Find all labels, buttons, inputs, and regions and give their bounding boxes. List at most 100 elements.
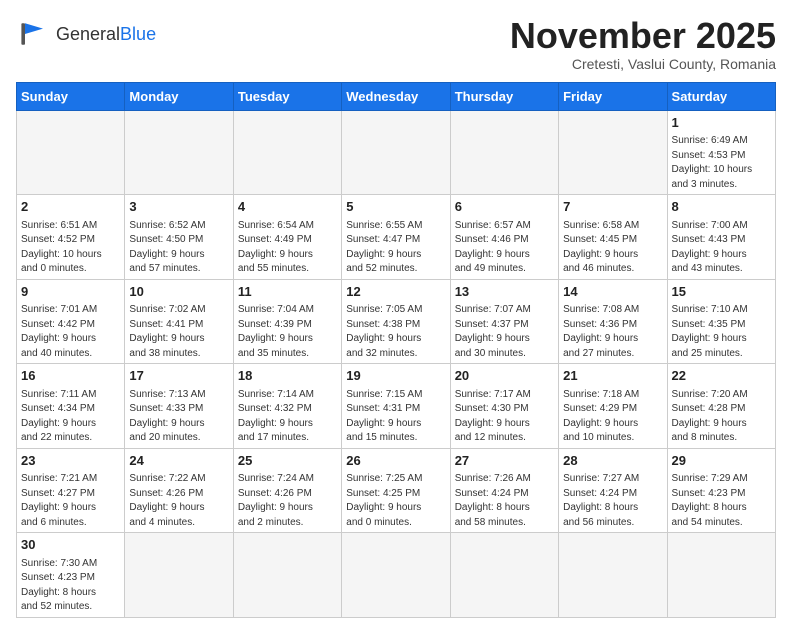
- day-number: 2: [21, 198, 120, 216]
- day-number: 13: [455, 283, 554, 301]
- calendar-day-cell: 15 Sunrise: 7:10 AMSunset: 4:35 PMDayligh…: [667, 279, 775, 364]
- day-info: Sunrise: 7:24 AMSunset: 4:26 PMDaylight:…: [238, 473, 314, 528]
- day-number: 7: [563, 198, 662, 216]
- calendar-day-cell: 22 Sunrise: 7:20 AMSunset: 4:28 PMDayligh…: [667, 364, 775, 449]
- calendar-day-cell: 8Sunrise: 7:00 AMSunset: 4:43 PMDaylight…: [667, 195, 775, 280]
- day-info: Sunrise: 7:01 AMSunset: 4:42 PMDaylight:…: [21, 304, 97, 359]
- day-number: 15: [672, 283, 771, 301]
- day-info: Sunrise: 7:05 AMSunset: 4:38 PMDaylight:…: [346, 304, 422, 359]
- day-info: Sunrise: 7:18 AMSunset: 4:29 PMDaylight:…: [563, 389, 639, 444]
- calendar-day-cell: 14Sunrise: 7:08 AMSunset: 4:36 PMDayligh…: [559, 279, 667, 364]
- weekday-header: Sunday: [17, 82, 125, 110]
- calendar-day-cell: 24 Sunrise: 7:22 AMSunset: 4:26 PMDayligh…: [125, 448, 233, 533]
- day-info: Sunrise: 7:10 AMSunset: 4:35 PMDaylight:…: [672, 304, 748, 359]
- calendar-day-cell: 29 Sunrise: 7:29 AMSunset: 4:23 PMDayligh…: [667, 448, 775, 533]
- calendar-day-cell: 13Sunrise: 7:07 AMSunset: 4:37 PMDayligh…: [450, 279, 558, 364]
- day-number: 21: [563, 367, 662, 385]
- weekday-header: Friday: [559, 82, 667, 110]
- day-number: 30: [21, 536, 120, 554]
- day-number: 20: [455, 367, 554, 385]
- calendar-day-cell: 26Sunrise: 7:25 AMSunset: 4:25 PMDayligh…: [342, 448, 450, 533]
- day-info: Sunrise: 7:30 AMSunset: 4:23 PMDaylight:…: [21, 558, 97, 613]
- calendar-day-cell: 7 Sunrise: 6:58 AMSunset: 4:45 PMDaylight…: [559, 195, 667, 280]
- calendar-day-cell: 6Sunrise: 6:57 AMSunset: 4:46 PMDaylight…: [450, 195, 558, 280]
- day-info: Sunrise: 7:15 AMSunset: 4:31 PMDaylight:…: [346, 389, 422, 444]
- day-info: Sunrise: 6:55 AMSunset: 4:47 PMDaylight:…: [346, 220, 422, 275]
- calendar-week-row: 1 Sunrise: 6:49 AMSunset: 4:53 PMDaylight…: [17, 110, 776, 195]
- calendar-day-cell: 21 Sunrise: 7:18 AMSunset: 4:29 PMDayligh…: [559, 364, 667, 449]
- day-number: 29: [672, 452, 771, 470]
- calendar-day-cell: [125, 533, 233, 618]
- calendar-day-cell: 2 Sunrise: 6:51 AMSunset: 4:52 PMDaylight…: [17, 195, 125, 280]
- day-info: Sunrise: 7:02 AMSunset: 4:41 PMDaylight:…: [129, 304, 205, 359]
- day-info: Sunrise: 7:00 AMSunset: 4:43 PMDaylight:…: [672, 220, 748, 275]
- day-number: 11: [238, 283, 337, 301]
- day-info: Sunrise: 7:27 AMSunset: 4:24 PMDaylight:…: [563, 473, 639, 528]
- calendar-week-row: 23Sunrise: 7:21 AMSunset: 4:27 PMDayligh…: [17, 448, 776, 533]
- calendar-day-cell: 10Sunrise: 7:02 AMSunset: 4:41 PMDayligh…: [125, 279, 233, 364]
- day-number: 6: [455, 198, 554, 216]
- weekday-header-row: SundayMondayTuesdayWednesdayThursdayFrid…: [17, 82, 776, 110]
- day-number: 22: [672, 367, 771, 385]
- calendar-day-cell: 1 Sunrise: 6:49 AMSunset: 4:53 PMDaylight…: [667, 110, 775, 195]
- day-number: 27: [455, 452, 554, 470]
- day-info: Sunrise: 6:51 AMSunset: 4:52 PMDaylight:…: [21, 220, 102, 275]
- day-number: 26: [346, 452, 445, 470]
- calendar-day-cell: [559, 110, 667, 195]
- day-info: Sunrise: 7:08 AMSunset: 4:36 PMDaylight:…: [563, 304, 639, 359]
- calendar-week-row: 9 Sunrise: 7:01 AMSunset: 4:42 PMDaylight…: [17, 279, 776, 364]
- calendar-day-cell: 25 Sunrise: 7:24 AMSunset: 4:26 PMDayligh…: [233, 448, 341, 533]
- weekday-header: Saturday: [667, 82, 775, 110]
- logo-text: GeneralBlue: [56, 25, 156, 43]
- day-info: Sunrise: 6:52 AMSunset: 4:50 PMDaylight:…: [129, 220, 205, 275]
- calendar-day-cell: 11 Sunrise: 7:04 AMSunset: 4:39 PMDayligh…: [233, 279, 341, 364]
- title-area: November 2025 Cretesti, Vaslui County, R…: [510, 16, 776, 72]
- header: GeneralBlue November 2025 Cretesti, Vasl…: [16, 16, 776, 72]
- day-number: 19: [346, 367, 445, 385]
- day-number: 5: [346, 198, 445, 216]
- logo-icon: [16, 16, 52, 52]
- logo: GeneralBlue: [16, 16, 156, 52]
- day-info: Sunrise: 7:22 AMSunset: 4:26 PMDaylight:…: [129, 473, 205, 528]
- weekday-header: Tuesday: [233, 82, 341, 110]
- day-info: Sunrise: 7:20 AMSunset: 4:28 PMDaylight:…: [672, 389, 748, 444]
- day-info: Sunrise: 7:14 AMSunset: 4:32 PMDaylight:…: [238, 389, 314, 444]
- calendar-day-cell: [233, 110, 341, 195]
- calendar-day-cell: [17, 110, 125, 195]
- day-info: Sunrise: 6:49 AMSunset: 4:53 PMDaylight:…: [672, 135, 753, 190]
- day-number: 17: [129, 367, 228, 385]
- day-number: 12: [346, 283, 445, 301]
- day-number: 24: [129, 452, 228, 470]
- day-info: Sunrise: 7:17 AMSunset: 4:30 PMDaylight:…: [455, 389, 531, 444]
- calendar-week-row: 2 Sunrise: 6:51 AMSunset: 4:52 PMDaylight…: [17, 195, 776, 280]
- day-info: Sunrise: 7:13 AMSunset: 4:33 PMDaylight:…: [129, 389, 205, 444]
- calendar-day-cell: 17 Sunrise: 7:13 AMSunset: 4:33 PMDayligh…: [125, 364, 233, 449]
- day-number: 28: [563, 452, 662, 470]
- day-info: Sunrise: 7:11 AMSunset: 4:34 PMDaylight:…: [21, 389, 96, 444]
- calendar-day-cell: 27 Sunrise: 7:26 AMSunset: 4:24 PMDayligh…: [450, 448, 558, 533]
- day-info: Sunrise: 7:26 AMSunset: 4:24 PMDaylight:…: [455, 473, 531, 528]
- calendar-day-cell: 19 Sunrise: 7:15 AMSunset: 4:31 PMDayligh…: [342, 364, 450, 449]
- day-number: 25: [238, 452, 337, 470]
- day-number: 18: [238, 367, 337, 385]
- day-number: 4: [238, 198, 337, 216]
- calendar: SundayMondayTuesdayWednesdayThursdayFrid…: [16, 82, 776, 618]
- calendar-day-cell: 20 Sunrise: 7:17 AMSunset: 4:30 PMDayligh…: [450, 364, 558, 449]
- day-info: Sunrise: 6:54 AMSunset: 4:49 PMDaylight:…: [238, 220, 314, 275]
- calendar-day-cell: 3Sunrise: 6:52 AMSunset: 4:50 PMDaylight…: [125, 195, 233, 280]
- calendar-day-cell: 4 Sunrise: 6:54 AMSunset: 4:49 PMDaylight…: [233, 195, 341, 280]
- day-info: Sunrise: 7:04 AMSunset: 4:39 PMDaylight:…: [238, 304, 314, 359]
- day-number: 1: [672, 114, 771, 132]
- calendar-day-cell: 18 Sunrise: 7:14 AMSunset: 4:32 PMDayligh…: [233, 364, 341, 449]
- day-info: Sunrise: 7:29 AMSunset: 4:23 PMDaylight:…: [672, 473, 748, 528]
- day-number: 9: [21, 283, 120, 301]
- calendar-week-row: 16Sunrise: 7:11 AMSunset: 4:34 PMDayligh…: [17, 364, 776, 449]
- location-subtitle: Cretesti, Vaslui County, Romania: [510, 56, 776, 72]
- day-info: Sunrise: 6:58 AMSunset: 4:45 PMDaylight:…: [563, 220, 639, 275]
- calendar-day-cell: [342, 110, 450, 195]
- calendar-week-row: 30 Sunrise: 7:30 AMSunset: 4:23 PMDayligh…: [17, 533, 776, 618]
- day-number: 23: [21, 452, 120, 470]
- calendar-day-cell: 5 Sunrise: 6:55 AMSunset: 4:47 PMDaylight…: [342, 195, 450, 280]
- calendar-day-cell: 16Sunrise: 7:11 AMSunset: 4:34 PMDayligh…: [17, 364, 125, 449]
- weekday-header: Thursday: [450, 82, 558, 110]
